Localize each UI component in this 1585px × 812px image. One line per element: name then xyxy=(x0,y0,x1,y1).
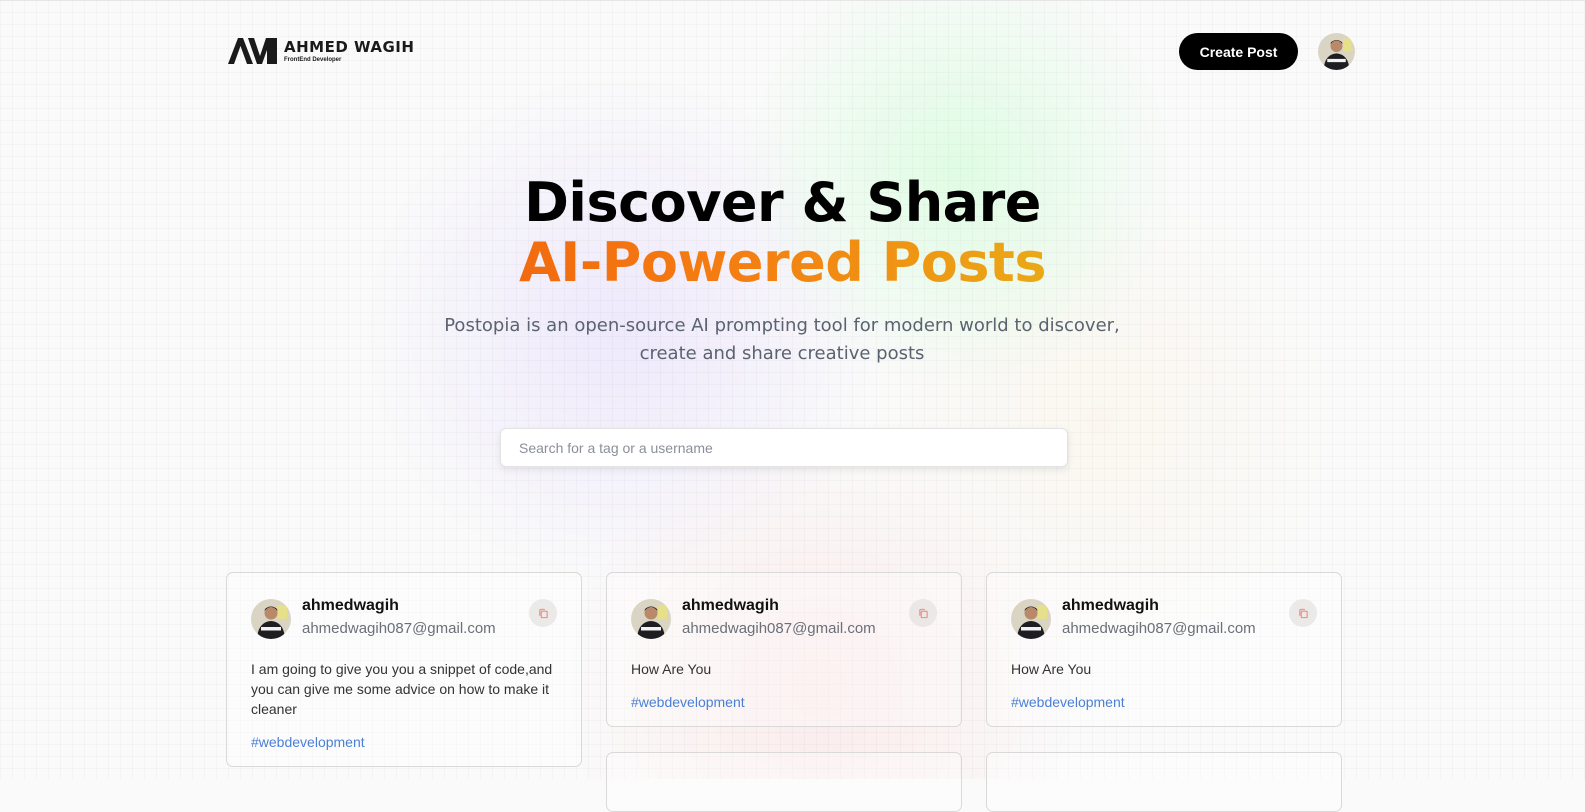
copy-icon xyxy=(918,608,928,618)
post-card: ahmedwagih ahmedwagih087@gmail.com How A… xyxy=(606,572,962,727)
user-avatar[interactable] xyxy=(251,599,291,639)
copy-icon xyxy=(538,608,548,618)
post-card: ahmedwagih ahmedwagih087@gmail.com I am … xyxy=(226,572,582,767)
post-username[interactable]: ahmedwagih xyxy=(682,597,779,615)
post-email: ahmedwagih087@gmail.com xyxy=(302,620,496,637)
post-username[interactable]: ahmedwagih xyxy=(1062,597,1159,615)
post-email: ahmedwagih087@gmail.com xyxy=(1062,620,1256,637)
logo-name: AHMED WAGIH xyxy=(284,37,415,56)
hero-title-line1: Discover & Share xyxy=(524,171,1041,234)
post-tag[interactable]: #webdevelopment xyxy=(1011,694,1317,710)
search-input[interactable] xyxy=(500,428,1068,467)
top-border xyxy=(0,0,1585,1)
post-card xyxy=(986,752,1342,812)
post-tag[interactable]: #webdevelopment xyxy=(251,734,557,750)
post-card: ahmedwagih ahmedwagih087@gmail.com How A… xyxy=(986,572,1342,727)
user-avatar[interactable] xyxy=(1011,599,1051,639)
copy-button[interactable] xyxy=(909,599,937,627)
post-card-header: ahmedwagih ahmedwagih087@gmail.com xyxy=(631,597,937,641)
post-email: ahmedwagih087@gmail.com xyxy=(682,620,876,637)
post-text: How Are You xyxy=(1011,661,1092,677)
site-logo[interactable]: AHMED WAGIH FrontEnd Developer xyxy=(226,36,414,66)
post-username[interactable]: ahmedwagih xyxy=(302,597,399,615)
copy-button[interactable] xyxy=(1289,599,1317,627)
post-card xyxy=(606,752,962,812)
profile-avatar[interactable] xyxy=(1318,33,1355,70)
post-card-header: ahmedwagih ahmedwagih087@gmail.com xyxy=(251,597,557,641)
hero-description: Postopia is an open-source AI prompting … xyxy=(444,315,1120,364)
copy-icon xyxy=(1298,608,1308,618)
logo-subtitle: FrontEnd Developer xyxy=(284,56,342,63)
copy-button[interactable] xyxy=(529,599,557,627)
post-text: How Are You xyxy=(631,661,712,677)
post-card-header: ahmedwagih ahmedwagih087@gmail.com xyxy=(1011,597,1317,641)
hero-title: Discover & Share AI-Powered Posts xyxy=(0,173,1565,293)
hero-title-highlight: AI-Powered Posts xyxy=(519,231,1046,294)
post-tag[interactable]: #webdevelopment xyxy=(631,694,937,710)
post-text: I am going to give you you a snippet of … xyxy=(251,661,553,717)
create-post-button[interactable]: Create Post xyxy=(1179,33,1298,70)
logo-icon xyxy=(228,38,277,64)
user-avatar[interactable] xyxy=(631,599,671,639)
